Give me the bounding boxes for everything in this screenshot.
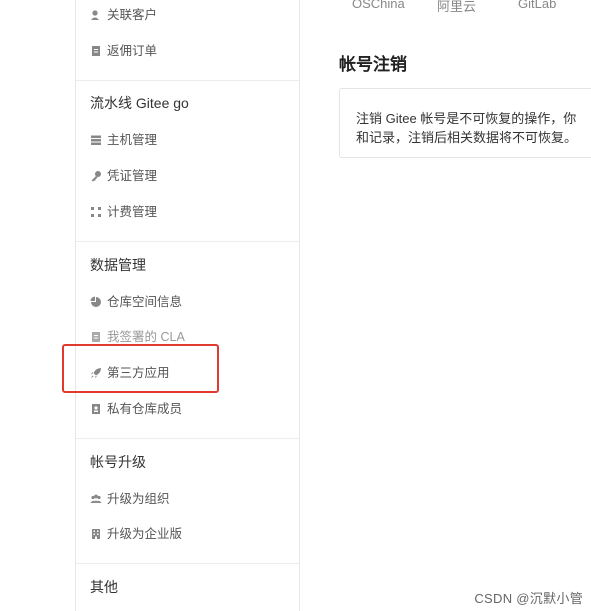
settings-sidebar: 关联客户 返佣订单 流水线 Gitee go 主机管理 凭证管理 计费管理 数据… — [75, 0, 300, 611]
highlight-box — [62, 344, 219, 393]
sidebar-item-upgrade-enterprise[interactable]: 升级为企业版 — [90, 524, 182, 544]
sidebar-item-label: 升级为组织 — [107, 492, 170, 506]
building-icon — [90, 528, 102, 540]
sidebar-item-label: 计费管理 — [107, 205, 158, 219]
sidebar-item-private-repo-members[interactable]: 私有仓库成员 — [90, 399, 182, 419]
tab-gitlab[interactable]: GitLab — [518, 0, 556, 11]
notice-text-line2: 和记录，注销后相关数据将不可恢复。 — [356, 130, 578, 145]
sidebar-item-upgrade-organization[interactable]: 升级为组织 — [90, 489, 170, 509]
sidebar-item-label: 关联客户 — [107, 8, 158, 22]
tab-oschina[interactable]: OSChina — [352, 0, 405, 11]
notice-text-line1: 注销 Gitee 帐号是不可恢复的操作，你 — [356, 111, 577, 126]
server-icon — [90, 134, 102, 146]
tab-aliyun[interactable]: 阿里云 — [437, 0, 476, 15]
sidebar-item-label: 主机管理 — [107, 133, 158, 147]
sidebar-item-repo-space[interactable]: 仓库空间信息 — [90, 292, 182, 312]
sidebar-item-rebate-orders[interactable]: 返佣订单 — [90, 41, 157, 61]
section-title-data-management: 数据管理 — [90, 257, 146, 273]
user-icon — [90, 9, 102, 21]
section-divider — [76, 241, 299, 242]
section-title-account-upgrade: 帐号升级 — [90, 454, 146, 470]
account-deletion-notice: 注销 Gitee 帐号是不可恢复的操作，你 和记录，注销后相关数据将不可恢复。 — [339, 88, 591, 158]
sidebar-item-credential-management[interactable]: 凭证管理 — [90, 166, 157, 186]
group-icon — [90, 493, 102, 505]
section-divider — [76, 563, 299, 564]
watermark: CSDN @沉默小管 — [474, 591, 583, 606]
section-divider — [76, 438, 299, 439]
sidebar-item-label: 私有仓库成员 — [107, 402, 183, 416]
member-card-icon — [90, 403, 102, 415]
sidebar-item-label: 升级为企业版 — [107, 527, 183, 541]
sidebar-item-label: 凭证管理 — [107, 169, 158, 183]
pie-chart-icon — [90, 296, 102, 308]
sidebar-item-host-management[interactable]: 主机管理 — [90, 130, 157, 150]
key-icon — [90, 170, 102, 182]
section-title-pipeline: 流水线 Gitee go — [90, 95, 189, 111]
sidebar-item-billing-management[interactable]: 计费管理 — [90, 202, 157, 222]
section-divider — [76, 80, 299, 81]
sidebar-item-label: 返佣订单 — [107, 44, 158, 58]
sidebar-item-linked-customers[interactable]: 关联客户 — [90, 5, 157, 25]
page-title: 帐号注销 — [339, 55, 407, 74]
document-icon — [90, 331, 102, 343]
section-title-other: 其他 — [90, 579, 118, 595]
sidebar-item-label: 仓库空间信息 — [107, 295, 183, 309]
receipt-icon — [90, 45, 102, 57]
grid-dots-icon — [90, 206, 102, 218]
